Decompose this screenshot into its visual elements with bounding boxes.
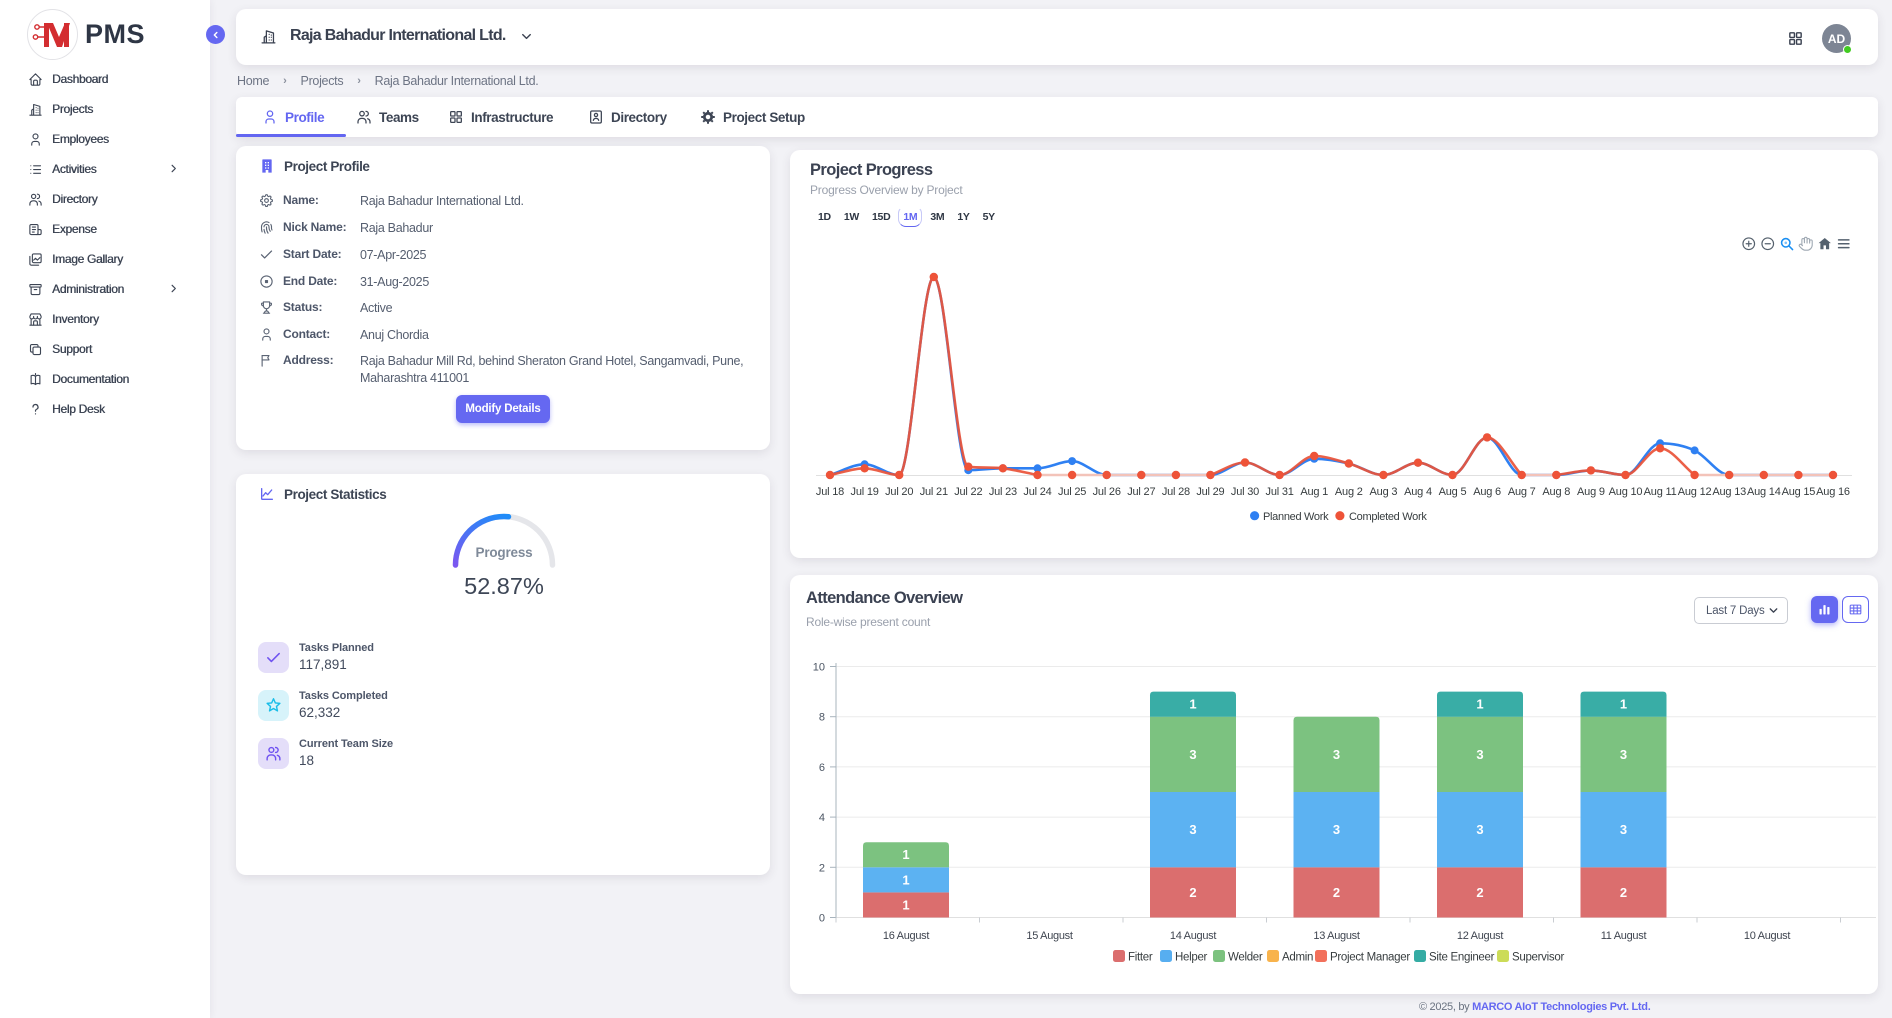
svg-text:3: 3 xyxy=(1476,822,1483,837)
svg-text:Aug 14: Aug 14 xyxy=(1747,486,1781,498)
svg-text:1: 1 xyxy=(1620,697,1627,712)
svg-text:Jul 23: Jul 23 xyxy=(989,486,1017,498)
svg-text:16 August: 16 August xyxy=(883,930,929,942)
svg-text:Aug 15: Aug 15 xyxy=(1782,486,1816,498)
svg-text:Jul 30: Jul 30 xyxy=(1231,486,1259,498)
svg-text:Aug 9: Aug 9 xyxy=(1577,486,1605,498)
svg-text:1: 1 xyxy=(902,897,909,912)
svg-text:Aug 1: Aug 1 xyxy=(1300,486,1328,498)
svg-text:Aug 2: Aug 2 xyxy=(1335,486,1363,498)
svg-text:Jul 31: Jul 31 xyxy=(1266,486,1294,498)
svg-text:1: 1 xyxy=(902,847,909,862)
svg-text:Jul 29: Jul 29 xyxy=(1196,486,1224,498)
svg-text:Aug 3: Aug 3 xyxy=(1370,486,1398,498)
svg-text:Aug 11: Aug 11 xyxy=(1644,486,1677,498)
svg-text:Site Engineer: Site Engineer xyxy=(1429,952,1495,964)
svg-text:Aug 13: Aug 13 xyxy=(1712,486,1746,498)
svg-text:3: 3 xyxy=(1620,822,1627,837)
svg-text:2: 2 xyxy=(1189,885,1196,900)
svg-text:10 August: 10 August xyxy=(1744,930,1790,942)
svg-text:3: 3 xyxy=(1333,822,1340,837)
svg-text:8: 8 xyxy=(819,712,825,724)
svg-text:2: 2 xyxy=(819,862,825,874)
svg-text:1: 1 xyxy=(902,872,909,887)
svg-text:6: 6 xyxy=(819,762,825,774)
svg-text:Jul 22: Jul 22 xyxy=(954,486,982,498)
svg-text:Welder: Welder xyxy=(1228,952,1263,964)
svg-text:14 August: 14 August xyxy=(1170,930,1216,942)
svg-text:Aug 5: Aug 5 xyxy=(1439,486,1467,498)
svg-text:0: 0 xyxy=(819,913,825,925)
svg-text:Aug 10: Aug 10 xyxy=(1609,486,1643,498)
svg-text:Aug 7: Aug 7 xyxy=(1508,486,1536,498)
svg-text:4: 4 xyxy=(819,812,825,824)
svg-text:Jul 20: Jul 20 xyxy=(885,486,913,498)
svg-text:11 August: 11 August xyxy=(1601,930,1647,942)
svg-text:Fitter: Fitter xyxy=(1128,952,1153,964)
svg-text:Aug 6: Aug 6 xyxy=(1473,486,1501,498)
svg-text:Jul 26: Jul 26 xyxy=(1093,486,1121,498)
svg-text:13 August: 13 August xyxy=(1313,930,1359,942)
svg-text:3: 3 xyxy=(1189,747,1196,762)
svg-text:Helper: Helper xyxy=(1175,952,1208,964)
svg-text:3: 3 xyxy=(1333,747,1340,762)
svg-text:Aug 16: Aug 16 xyxy=(1816,486,1850,498)
svg-text:Planned Work: Planned Work xyxy=(1263,511,1329,523)
svg-text:Supervisor: Supervisor xyxy=(1512,952,1564,964)
svg-text:Jul 28: Jul 28 xyxy=(1162,486,1190,498)
svg-text:Jul 19: Jul 19 xyxy=(851,486,879,498)
svg-text:Jul 18: Jul 18 xyxy=(816,486,844,498)
svg-text:12 August: 12 August xyxy=(1457,930,1503,942)
svg-text:Aug 8: Aug 8 xyxy=(1542,486,1570,498)
svg-text:2: 2 xyxy=(1620,885,1627,900)
svg-text:Aug 4: Aug 4 xyxy=(1404,486,1432,498)
svg-text:Completed Work: Completed Work xyxy=(1349,511,1427,523)
svg-text:1: 1 xyxy=(1476,697,1483,712)
svg-text:15 August: 15 August xyxy=(1026,930,1072,942)
svg-text:10: 10 xyxy=(813,662,825,674)
svg-text:2: 2 xyxy=(1333,885,1340,900)
svg-text:Admin: Admin xyxy=(1282,952,1313,964)
svg-text:Jul 27: Jul 27 xyxy=(1127,486,1155,498)
svg-text:Aug 12: Aug 12 xyxy=(1678,486,1712,498)
svg-text:3: 3 xyxy=(1189,822,1196,837)
svg-text:2: 2 xyxy=(1476,885,1483,900)
svg-text:3: 3 xyxy=(1620,747,1627,762)
svg-text:Jul 25: Jul 25 xyxy=(1058,486,1086,498)
svg-text:Project Manager: Project Manager xyxy=(1330,952,1410,964)
svg-text:1: 1 xyxy=(1189,697,1196,712)
svg-text:Jul 24: Jul 24 xyxy=(1023,486,1051,498)
svg-text:3: 3 xyxy=(1476,747,1483,762)
svg-text:Jul 21: Jul 21 xyxy=(920,486,948,498)
